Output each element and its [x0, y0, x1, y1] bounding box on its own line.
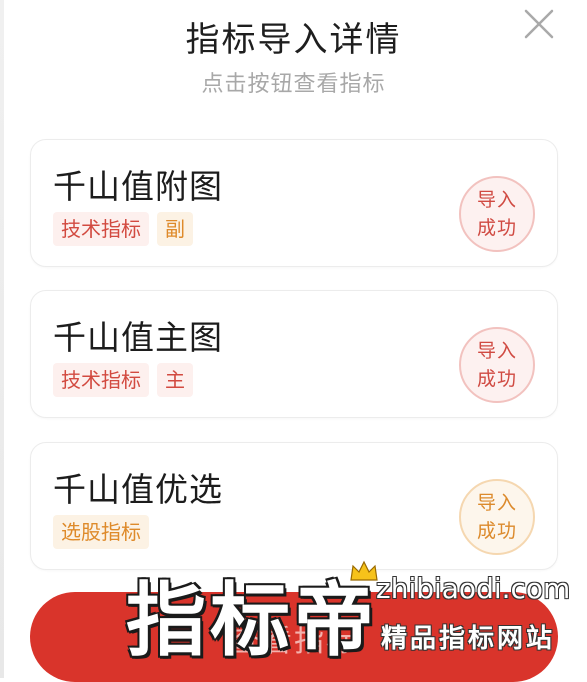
indicator-card[interactable]: 千山值优选 选股指标 导入 成功	[30, 442, 558, 570]
indicator-name: 千山值优选	[53, 470, 223, 509]
tag-type: 技术指标	[53, 212, 149, 246]
tag-type: 技术指标	[53, 363, 149, 397]
status-line-2: 成功	[476, 368, 517, 390]
indicator-card[interactable]: 千山值主图 技术指标 主 导入 成功	[30, 290, 558, 418]
dialog-header: 指标导入详情 点击按钮查看指标	[0, 0, 587, 110]
tag-list: 技术指标 副	[53, 212, 193, 246]
dialog-subtitle: 点击按钮查看指标	[201, 72, 386, 97]
status-line-2: 成功	[476, 217, 517, 239]
status-line-1: 导入	[476, 340, 517, 362]
tag-position: 主	[157, 363, 193, 397]
view-indicators-button[interactable]: 查看指标	[30, 592, 558, 682]
status-line-1: 导入	[476, 189, 517, 211]
close-button[interactable]	[519, 4, 559, 44]
status-line-1: 导入	[476, 492, 517, 514]
tag-list: 技术指标 主	[53, 363, 193, 397]
status-stamp: 导入 成功	[459, 176, 535, 252]
tag-type: 选股指标	[53, 515, 149, 549]
indicator-card[interactable]: 千山值附图 技术指标 副 导入 成功	[30, 139, 558, 267]
status-line-2: 成功	[476, 520, 517, 542]
view-indicators-label: 查看指标	[230, 624, 358, 659]
indicator-name: 千山值主图	[53, 318, 223, 357]
status-stamp: 导入 成功	[459, 479, 535, 555]
tag-list: 选股指标	[53, 515, 149, 549]
close-icon	[524, 9, 554, 39]
indicator-name: 千山值附图	[53, 167, 223, 206]
tag-position: 副	[157, 212, 193, 246]
dialog-title: 指标导入详情	[185, 20, 402, 60]
status-stamp: 导入 成功	[459, 327, 535, 403]
